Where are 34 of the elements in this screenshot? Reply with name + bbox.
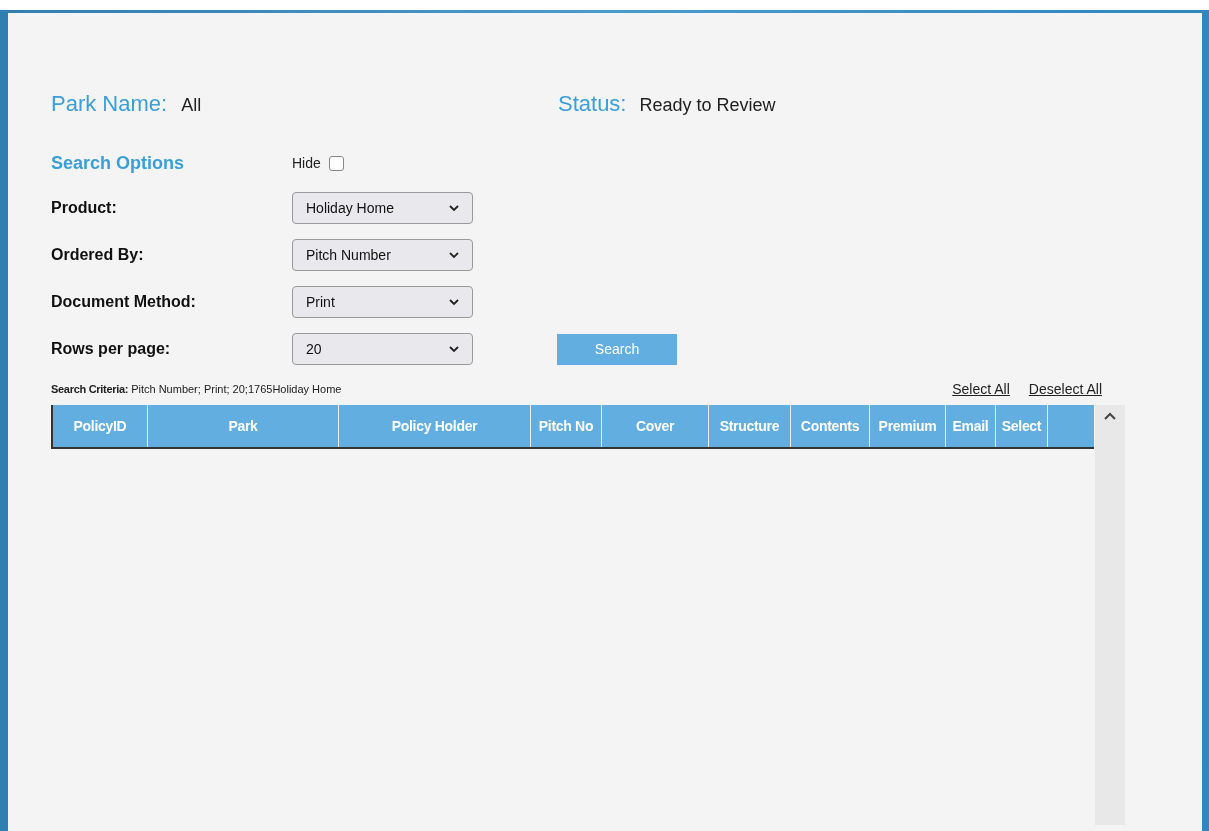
column-header: Park bbox=[228, 416, 258, 436]
field-label: Ordered By: bbox=[51, 245, 145, 265]
select-dropdown[interactable]: Print bbox=[292, 286, 473, 318]
link[interactable]: Select All bbox=[952, 379, 1010, 400]
search-criteria-value: Pitch Number; Print; 20;1765Holiday Home bbox=[131, 382, 342, 398]
column-header: Select bbox=[1001, 416, 1042, 436]
chevron-down-icon bbox=[449, 345, 459, 353]
column-header: Pitch No bbox=[538, 416, 594, 436]
column-header: Premium bbox=[878, 416, 937, 436]
park-name-value: All bbox=[181, 94, 202, 117]
scroll-up-icon[interactable] bbox=[1103, 411, 1117, 421]
column-header: Contents bbox=[800, 416, 860, 436]
link[interactable]: Deselect All bbox=[1028, 379, 1102, 400]
column-header: Email bbox=[952, 416, 989, 436]
status-value: Ready to Review bbox=[639, 94, 776, 117]
column-header: Structure bbox=[719, 416, 780, 436]
hide-checkbox[interactable] bbox=[328, 156, 344, 171]
column-header: Policy Holder bbox=[391, 416, 478, 436]
park-name-label: Park Name: bbox=[51, 90, 168, 118]
select-dropdown[interactable]: Pitch Number bbox=[292, 239, 473, 271]
status-label: Status: bbox=[558, 90, 627, 118]
column-header: PolicyID bbox=[73, 416, 127, 436]
field-label: Document Method: bbox=[51, 292, 197, 312]
search-criteria-label: Search Criteria: bbox=[51, 382, 129, 398]
select-dropdown[interactable]: Holiday Home bbox=[292, 192, 473, 224]
chevron-down-icon bbox=[449, 204, 459, 212]
field-label: Product: bbox=[51, 198, 118, 218]
chevron-down-icon bbox=[449, 251, 459, 259]
select-dropdown[interactable]: 20 bbox=[292, 333, 473, 365]
column-header: Cover bbox=[635, 416, 675, 436]
hide-label: Hide bbox=[292, 154, 321, 173]
chevron-down-icon bbox=[449, 298, 459, 306]
section-title: Search Options bbox=[51, 152, 186, 175]
field-label: Rows per page: bbox=[51, 339, 172, 359]
